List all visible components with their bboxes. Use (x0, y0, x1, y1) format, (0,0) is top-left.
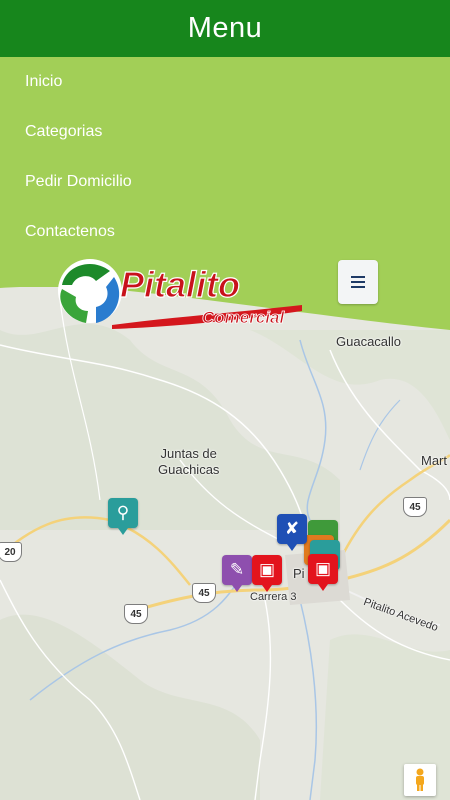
menu-item-contactenos[interactable]: Contactenos (25, 223, 115, 241)
fork-knife-icon: ✘ (284, 519, 300, 538)
map-pin-restaurant[interactable]: ✘ (277, 514, 307, 551)
route-shield-20: 20 (0, 542, 22, 562)
logo-title: Pitalito (120, 264, 240, 305)
pencil-icon: ✎ (229, 560, 245, 579)
menu-item-pedir-domicilio[interactable]: Pedir Domicilio (25, 173, 132, 191)
balloons-icon: ⚲ (116, 503, 130, 522)
map-label-juntas-line1: Juntas de (160, 446, 217, 461)
map-label-mart: Mart (421, 453, 447, 468)
route-shield-45: 45 (403, 497, 427, 517)
menu-item-inicio[interactable]: Inicio (25, 73, 62, 91)
route-shield-45: 45 (124, 604, 148, 624)
menu-item-categorias[interactable]: Categorias (25, 123, 102, 141)
map-label-pi: Pi (293, 566, 305, 581)
map-pin-pencil[interactable]: ✎ (222, 555, 252, 592)
map-pin-balloons[interactable]: ⚲ (108, 498, 138, 535)
map-label-carrera: Carrera 3 (250, 591, 297, 603)
street-view-button[interactable] (404, 764, 436, 796)
route-shield-45: 45 (192, 583, 216, 603)
logo[interactable]: Pitalito Comercial (52, 255, 307, 333)
logo-graphic: Pitalito Comercial (58, 259, 302, 329)
hamburger-icon (351, 273, 365, 291)
nav-menu: Inicio Categorias Pedir Domicilio Contac… (0, 57, 450, 287)
map-terrain (0, 270, 450, 800)
map-label-juntas: Juntas de Guachicas (158, 446, 219, 478)
page-title: Menu (187, 12, 263, 44)
logo-subtitle: Comercial (202, 308, 285, 327)
map-pin-food[interactable]: ▣ (252, 555, 282, 592)
food-tray-icon: ▣ (258, 560, 276, 579)
top-bar: Menu (0, 0, 450, 57)
map-label-juntas-line2: Guachicas (158, 462, 220, 477)
map[interactable]: Guacacallo Juntas de Guachicas Mart Pi C… (0, 270, 450, 800)
food-tray-icon: ▣ (314, 559, 332, 578)
map-pin-food[interactable]: ▣ (308, 554, 338, 591)
pegman-icon (416, 768, 424, 791)
hamburger-button[interactable] (338, 260, 378, 304)
